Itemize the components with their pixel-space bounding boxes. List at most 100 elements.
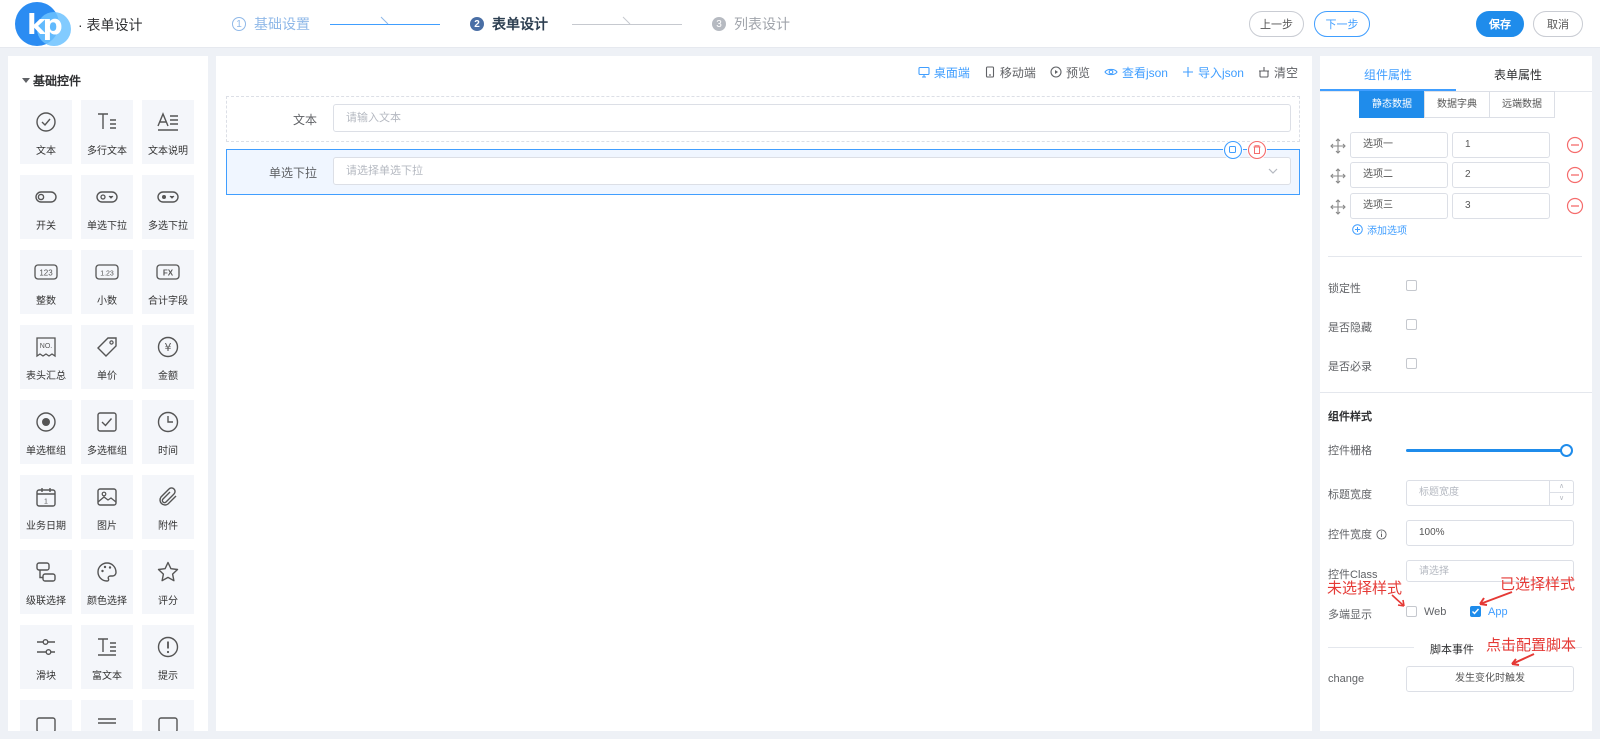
integer-icon: 123	[34, 264, 58, 280]
prev-step-button[interactable]: 上一步	[1249, 11, 1304, 37]
palette-item-integer[interactable]: 123 整数	[20, 250, 72, 314]
option-row: 选项二 2	[1320, 162, 1592, 190]
label-width-input[interactable]: 标题宽度 ∧ ∨	[1406, 480, 1574, 506]
palette-item-cascader[interactable]: 级联选择	[20, 550, 72, 614]
palette-item-decimal[interactable]: 1.23 小数	[81, 250, 133, 314]
palette-item-partial[interactable]	[142, 700, 194, 731]
palette-item-label: 单选下拉	[87, 221, 127, 232]
step-form-design[interactable]: 2 表单设计	[470, 14, 548, 34]
required-checkbox[interactable]	[1406, 358, 1417, 369]
static-data-option[interactable]: 静态数据	[1359, 91, 1425, 118]
save-button[interactable]: 保存	[1476, 11, 1524, 37]
number-spinner[interactable]: ∧ ∨	[1549, 481, 1573, 505]
palette-item-slider[interactable]: 滑块	[20, 625, 72, 689]
option-value-input[interactable]: 2	[1452, 162, 1550, 188]
divider	[1320, 392, 1592, 393]
mobile-icon	[985, 66, 994, 78]
mobile-view-button[interactable]: 移动端	[984, 64, 1036, 81]
select-input[interactable]: 请选择单选下拉	[333, 157, 1291, 185]
palette-item-label: 业务日期	[26, 521, 66, 532]
option-value-input[interactable]: 3	[1452, 193, 1550, 219]
cancel-button[interactable]: 取消	[1533, 11, 1583, 37]
palette-group-title[interactable]: 基础控件	[22, 72, 81, 89]
top-header: kp · 表单设计 1 基础设置 2 表单设计 3 列表设计 上一步 下一步 保…	[0, 0, 1600, 48]
palette-item-label: 富文本	[92, 671, 122, 682]
palette-item-header-summary[interactable]: NO. 表头汇总	[20, 325, 72, 389]
palette-item-label: 提示	[158, 671, 178, 682]
remove-option-icon[interactable]	[1566, 197, 1584, 215]
toolbar-label: 清空	[1273, 65, 1298, 80]
palette-item-partial[interactable]	[81, 700, 133, 731]
add-option-button[interactable]: 添加选项	[1352, 222, 1407, 237]
palette-item-color-picker[interactable]: 颜色选择	[81, 550, 133, 614]
palette-item-rating[interactable]: 评分	[142, 550, 194, 614]
configure-change-script-button[interactable]: 发生变化时触发	[1406, 666, 1574, 692]
next-step-button[interactable]: 下一步	[1314, 11, 1370, 37]
copy-field-button[interactable]	[1223, 140, 1243, 160]
step-list-design[interactable]: 3 列表设计	[712, 14, 790, 34]
palette-item-label: 整数	[36, 296, 56, 307]
preview-button[interactable]: 预览	[1050, 64, 1090, 81]
copy-icon	[1223, 140, 1243, 160]
step-label: 列表设计	[734, 16, 790, 32]
grid-slider-handle[interactable]	[1560, 444, 1573, 457]
palette-item-text[interactable]: 文本	[20, 100, 72, 164]
play-circle-icon	[1050, 66, 1062, 78]
option-label-input[interactable]: 选项二	[1350, 162, 1448, 188]
palette-item-amount[interactable]: ¥ 金额	[142, 325, 194, 389]
palette-item-attachment[interactable]: 附件	[142, 475, 194, 539]
slider-icon	[37, 638, 55, 655]
palette-item-radio-group[interactable]: 单选框组	[20, 400, 72, 464]
form-field-single-select[interactable]: 单选下拉 请选择单选下拉	[226, 140, 1300, 195]
spin-down-icon[interactable]: ∨	[1550, 493, 1573, 505]
option-value-input[interactable]: 1	[1452, 132, 1550, 158]
palette-item-image[interactable]: 图片	[81, 475, 133, 539]
palette-item-alert[interactable]: 提示	[142, 625, 194, 689]
option-label-input[interactable]: 选项一	[1350, 132, 1448, 158]
palette-item-multiline-text[interactable]: 多行文本	[81, 100, 133, 164]
desktop-view-button[interactable]: 桌面端	[918, 64, 970, 81]
toolbar-label: 移动端	[999, 65, 1036, 80]
palette-item-checkbox-group[interactable]: 多选框组	[81, 400, 133, 464]
caret-down-icon	[22, 78, 30, 83]
delete-field-button[interactable]	[1247, 140, 1267, 160]
remote-data-option[interactable]: 远端数据	[1489, 91, 1555, 118]
view-json-button[interactable]: 查看json	[1104, 64, 1168, 81]
palette-item-switch[interactable]: 开关	[20, 175, 72, 239]
palette-item-label: 金额	[158, 371, 178, 382]
palette-item-formula[interactable]: FX 合计字段	[142, 250, 194, 314]
info-icon[interactable]	[1376, 528, 1387, 540]
drag-move-icon[interactable]	[1330, 199, 1346, 215]
palette-item-rich-text[interactable]: 富文本	[81, 625, 133, 689]
palette-item-business-date[interactable]: 1 业务日期	[20, 475, 72, 539]
palette-item-text-description[interactable]: 文本说明	[142, 100, 194, 164]
tab-component-properties[interactable]: 组件属性	[1364, 66, 1412, 83]
annotation-arrow-script	[1511, 653, 1535, 666]
grid-slider-track[interactable]	[1406, 449, 1566, 452]
data-dict-option[interactable]: 数据字典	[1424, 91, 1490, 118]
remove-option-icon[interactable]	[1566, 166, 1584, 184]
radio-icon	[36, 412, 56, 432]
option-label-input[interactable]: 选项三	[1350, 193, 1448, 219]
clear-button[interactable]: 清空	[1258, 64, 1298, 81]
import-json-button[interactable]: 导入json	[1182, 64, 1244, 81]
step-number: 1	[232, 17, 246, 31]
drag-move-icon[interactable]	[1330, 138, 1346, 154]
drag-move-icon[interactable]	[1330, 168, 1346, 184]
text-input[interactable]: 请输入文本	[333, 104, 1291, 132]
palette-item-price[interactable]: 单价	[81, 325, 133, 389]
price-tag-icon	[97, 337, 117, 357]
remove-option-icon[interactable]	[1566, 136, 1584, 154]
form-canvas[interactable]: 桌面端 移动端 预览 查看json 导入json 清空 文本 请输入文本 单选下…	[216, 56, 1312, 731]
locked-checkbox[interactable]	[1406, 280, 1417, 291]
hidden-checkbox[interactable]	[1406, 319, 1417, 330]
palette-item-single-select[interactable]: 单选下拉	[81, 175, 133, 239]
palette-item-partial[interactable]	[20, 700, 72, 731]
palette-item-time[interactable]: 时间	[142, 400, 194, 464]
tab-form-properties[interactable]: 表单属性	[1494, 66, 1542, 83]
palette-item-multi-select[interactable]: 多选下拉	[142, 175, 194, 239]
control-width-input[interactable]: 100%	[1406, 520, 1574, 546]
step-basic-settings[interactable]: 1 基础设置	[232, 14, 310, 34]
plus-circle-icon	[1352, 224, 1363, 235]
form-field-text[interactable]: 文本 请输入文本	[226, 96, 1300, 142]
